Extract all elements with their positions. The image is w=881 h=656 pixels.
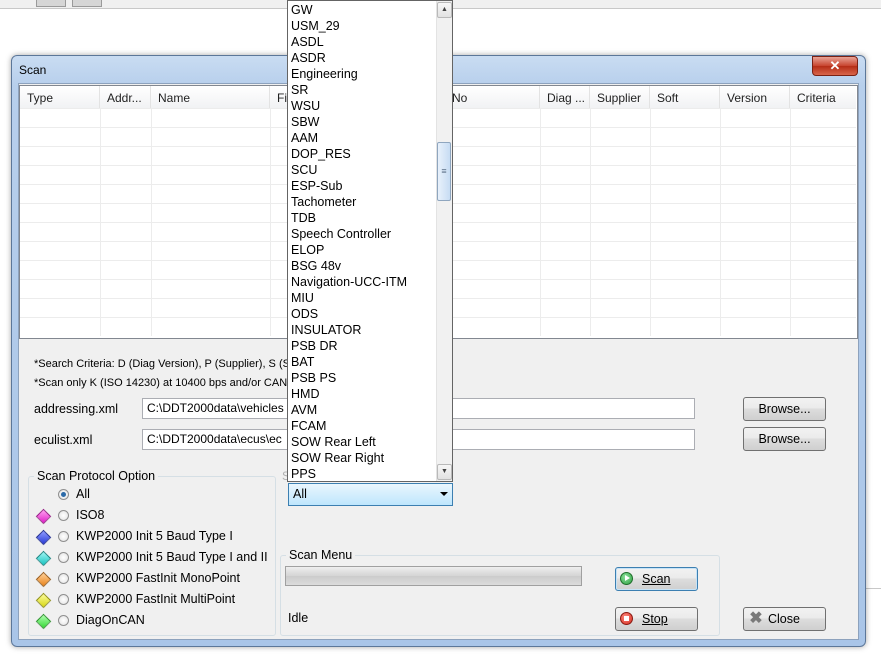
stop-button[interactable]: Stop xyxy=(615,607,698,631)
grid-column-line xyxy=(590,108,591,336)
option-kwp-fastinit-multi-label[interactable]: KWP2000 FastInit MultiPoint xyxy=(76,592,235,606)
dropdown-item[interactable]: SOW Rear Right xyxy=(291,450,384,466)
radio-iso8[interactable] xyxy=(58,510,69,521)
column-header-diag[interactable]: Diag ... xyxy=(540,86,590,108)
close-icon: ✕ xyxy=(829,58,841,73)
scan-button[interactable]: Scan xyxy=(615,567,698,591)
column-header-criteria[interactable]: Criteria xyxy=(790,86,856,108)
filter-selected-value: All xyxy=(293,487,307,501)
dropdown-item[interactable]: BSG 48v xyxy=(291,258,341,274)
radio-kwp-fastinit-mono[interactable] xyxy=(58,573,69,584)
dropdown-item[interactable]: SCU xyxy=(291,162,317,178)
browse-addressing-button[interactable]: Browse... xyxy=(743,397,826,421)
grid-column-line xyxy=(650,108,651,336)
dropdown-item[interactable]: PSB PS xyxy=(291,370,336,386)
scroll-down-button[interactable]: ▼ xyxy=(437,464,452,480)
column-header-address[interactable]: Addr... xyxy=(100,86,151,108)
dropdown-item[interactable]: TDB xyxy=(291,210,316,226)
dropdown-item[interactable]: HMD xyxy=(291,386,319,402)
option-all-label[interactable]: All xyxy=(76,487,90,501)
dropdown-item[interactable]: Navigation-UCC-ITM xyxy=(291,274,407,290)
dropdown-item[interactable]: ASDR xyxy=(291,50,326,66)
dropdown-item[interactable]: ASDL xyxy=(291,34,324,50)
scroll-up-button[interactable]: ▲ xyxy=(437,2,452,18)
addressing-label: addressing.xml xyxy=(34,402,119,416)
stop-icon xyxy=(620,612,633,625)
grid-column-line xyxy=(540,108,541,336)
dropdown-item[interactable]: SBW xyxy=(291,114,319,130)
scroll-thumb[interactable]: ≡ xyxy=(437,142,451,201)
dropdown-item[interactable]: Engineering xyxy=(291,66,358,82)
grid-column-line xyxy=(100,108,101,336)
stop-button-label: Stop xyxy=(642,612,668,626)
option-diagoncan-label[interactable]: DiagOnCAN xyxy=(76,613,145,627)
close-button-label: Close xyxy=(768,612,800,626)
search-criteria-note: *Search Criteria: D (Diag Version), P (S… xyxy=(34,358,297,370)
dropdown-item[interactable]: USM_29 xyxy=(291,18,340,34)
radio-kwp-fastinit-multi[interactable] xyxy=(58,594,69,605)
filter-combobox[interactable]: All xyxy=(288,483,453,506)
option-kwp-5baud-type1-label[interactable]: KWP2000 Init 5 Baud Type I xyxy=(76,529,233,543)
column-header-name[interactable]: Name xyxy=(151,86,270,108)
browse-eculist-button[interactable]: Browse... xyxy=(743,427,826,451)
scan-protocol-title: Scan Protocol Option xyxy=(34,469,159,483)
dropdown-item[interactable]: INSULATOR xyxy=(291,322,361,338)
eculist-label: eculist.xml xyxy=(34,433,93,447)
background-tab xyxy=(72,0,102,7)
column-header-soft[interactable]: Soft xyxy=(650,86,720,108)
scan-only-note: *Scan only K (ISO 14230) at 10400 bps an… xyxy=(34,377,297,389)
grid-column-line xyxy=(151,108,152,336)
radio-kwp-5baud-type1[interactable] xyxy=(58,531,69,542)
scan-button-label: Scan xyxy=(642,572,671,586)
radio-all[interactable] xyxy=(58,489,69,500)
close-x-icon: ✖ xyxy=(749,610,763,627)
grid-column-line xyxy=(720,108,721,336)
column-header-number[interactable]: No xyxy=(445,86,540,108)
play-icon xyxy=(620,572,633,585)
scan-progress-bar xyxy=(285,566,582,586)
dropdown-item[interactable]: PSB DR xyxy=(291,338,338,354)
grid-column-line xyxy=(270,108,271,336)
dropdown-item[interactable]: Tachometer xyxy=(291,194,356,210)
scan-status-text: Idle xyxy=(288,611,309,625)
dropdown-item[interactable]: ODS xyxy=(291,306,318,322)
dropdown-item[interactable]: DOP_RES xyxy=(291,146,351,162)
background-tab xyxy=(36,0,66,7)
window-close-button[interactable]: ✕ xyxy=(812,56,858,76)
dropdown-item[interactable]: ESP-Sub xyxy=(291,178,342,194)
column-header-version[interactable]: Version xyxy=(720,86,790,108)
option-kwp-fastinit-mono-label[interactable]: KWP2000 FastInit MonoPoint xyxy=(76,571,240,585)
dropdown-item[interactable]: PPS xyxy=(291,466,316,482)
chevron-down-icon xyxy=(440,492,448,496)
dropdown-item[interactable]: AAM xyxy=(291,130,318,146)
dropdown-item[interactable]: SOW Rear Left xyxy=(291,434,376,450)
scan-menu-title: Scan Menu xyxy=(286,548,356,562)
column-header-type[interactable]: Type xyxy=(20,86,100,108)
dropdown-item[interactable]: MIU xyxy=(291,290,314,306)
column-header-supplier[interactable]: Supplier xyxy=(590,86,650,108)
background-divider xyxy=(864,588,881,589)
dropdown-item[interactable]: ELOP xyxy=(291,242,324,258)
grid-column-line xyxy=(790,108,791,336)
option-iso8-label[interactable]: ISO8 xyxy=(76,508,105,522)
dropdown-item[interactable]: FCAM xyxy=(291,418,326,434)
radio-kwp-5baud-type1-2[interactable] xyxy=(58,552,69,563)
dropdown-item[interactable]: WSU xyxy=(291,98,320,114)
dropdown-scrollbar[interactable] xyxy=(436,1,452,481)
close-button[interactable]: ✖ Close xyxy=(743,607,826,631)
dropdown-item[interactable]: AVM xyxy=(291,402,317,418)
radio-diagoncan[interactable] xyxy=(58,615,69,626)
dropdown-item[interactable]: BAT xyxy=(291,354,314,370)
option-kwp-5baud-type1-2-label[interactable]: KWP2000 Init 5 Baud Type I and II xyxy=(76,550,273,564)
dropdown-item[interactable]: Speech Controller xyxy=(291,226,391,242)
window-title: Scan xyxy=(19,63,47,77)
dropdown-item[interactable]: GW xyxy=(291,2,313,18)
dropdown-item[interactable]: SR xyxy=(291,82,308,98)
